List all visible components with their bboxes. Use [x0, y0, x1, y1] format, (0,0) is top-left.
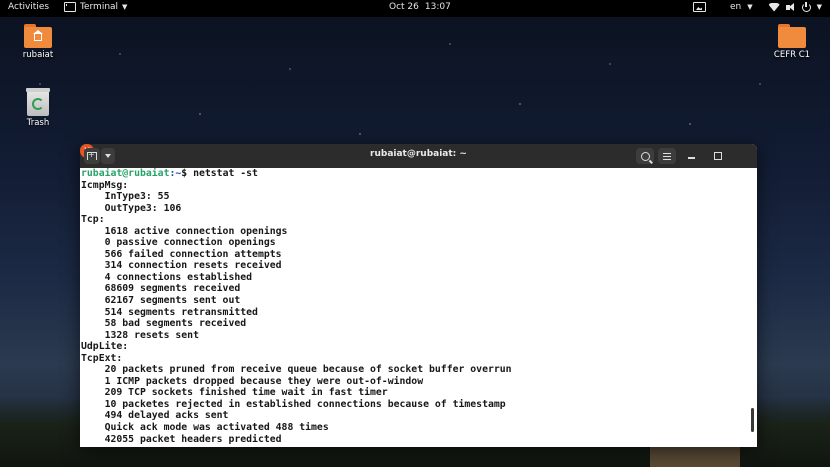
output-line: 1 ICMP packets dropped because they were… — [81, 375, 424, 387]
menu-button[interactable] — [658, 148, 676, 164]
top-bar: Activities Terminal ▼ Oct 26 13:07 en ▼ … — [0, 0, 830, 17]
terminal-window[interactable]: rubaiat@rubaiat: ~ ✕ rubaiat@rubaiat:~$ … — [80, 144, 757, 447]
volume-icon[interactable] — [785, 2, 796, 12]
output-line: 62167 segments sent out — [81, 295, 241, 307]
output-line: UdpLite: — [81, 341, 129, 353]
activities-button[interactable]: Activities — [8, 2, 49, 12]
app-menu[interactable]: Terminal ▼ — [64, 2, 127, 12]
output-line: 10 packetes rejected in established conn… — [81, 398, 506, 410]
prompt-user: rubaiat@rubaiat — [81, 168, 170, 179]
output-line: 68609 segments received — [81, 283, 241, 295]
output-line: 1618 active connection openings — [81, 225, 288, 237]
chevron-down-icon: ▼ — [816, 3, 822, 11]
output-line: 1328 resets sent — [81, 329, 199, 341]
home-folder-icon — [24, 24, 52, 48]
window-title: rubaiat@rubaiat: ~ — [370, 149, 467, 159]
output-line: 20 packets pruned from receive queue bec… — [81, 364, 512, 376]
terminal-output[interactable]: rubaiat@rubaiat:~$ netstat -st IcmpMsg: … — [80, 168, 757, 447]
desktop-icon-home[interactable]: rubaiat — [8, 24, 68, 60]
search-icon — [640, 151, 650, 161]
system-tray[interactable]: en ▼ ▼ — [692, 1, 822, 12]
output-line: 0 passive connection openings — [81, 237, 276, 249]
output-line: 209 TCP sockets finished time wait in fa… — [81, 387, 388, 399]
screenshot-icon[interactable] — [692, 2, 706, 12]
terminal-icon — [64, 2, 76, 12]
power-icon[interactable] — [801, 1, 811, 12]
search-button[interactable] — [636, 148, 654, 164]
output-line: InType3: 55 — [81, 191, 170, 203]
desktop-icon-label: CEFR C1 — [773, 50, 811, 60]
output-line: 566 failed connection attempts — [81, 248, 282, 260]
maximize-button[interactable] — [712, 150, 724, 162]
prompt-line: rubaiat@rubaiat:~$ netstat -st — [80, 168, 757, 180]
command-text: netstat -st — [193, 168, 258, 179]
output-line: 4 connections established — [81, 271, 253, 283]
chevron-down-icon: ▼ — [122, 3, 128, 11]
maximize-icon — [714, 152, 722, 160]
output-line: 58 bad segments received — [81, 318, 247, 330]
scrollbar[interactable] — [751, 408, 754, 432]
language-indicator[interactable]: en — [730, 2, 741, 12]
output-line: TcpExt: — [81, 352, 123, 364]
output-line: 514 segments retransmitted — [81, 306, 258, 318]
wifi-icon[interactable] — [768, 2, 780, 12]
desktop-icon-trash[interactable]: Trash — [8, 88, 68, 128]
chevron-down-icon: ▼ — [747, 3, 753, 11]
minimize-button[interactable] — [685, 150, 697, 162]
folder-icon — [778, 24, 806, 48]
clock[interactable]: Oct 26 13:07 — [389, 2, 451, 12]
app-menu-label: Terminal — [80, 2, 119, 12]
clock-time: 13:07 — [424, 2, 451, 12]
output-line: 494 delayed acks sent — [81, 410, 229, 422]
trash-icon — [26, 88, 50, 116]
clock-date: Oct 26 — [389, 2, 419, 12]
prompt-path: :~ — [169, 168, 182, 179]
desktop-icon-cefr-c1[interactable]: CEFR C1 — [762, 24, 822, 60]
output-line: Tcp: — [81, 214, 105, 226]
output-line: OutType3: 106 — [81, 202, 182, 214]
minimize-icon — [687, 157, 695, 159]
window-titlebar[interactable]: rubaiat@rubaiat: ~ ✕ — [80, 144, 757, 168]
output-line: IcmpMsg: — [81, 179, 129, 191]
output-lines: IcmpMsg: InType3: 55 OutType3: 106 Tcp: 1… — [80, 180, 757, 446]
output-line: 42055 packet headers predicted — [81, 433, 282, 445]
desktop-icon-label: rubaiat — [22, 50, 54, 60]
prompt-symbol: $ — [181, 168, 194, 179]
output-line: 314 connection resets received — [81, 260, 282, 272]
output-line: Quick ack mode was activated 488 times — [81, 422, 329, 434]
desktop-icon-label: Trash — [26, 118, 50, 128]
